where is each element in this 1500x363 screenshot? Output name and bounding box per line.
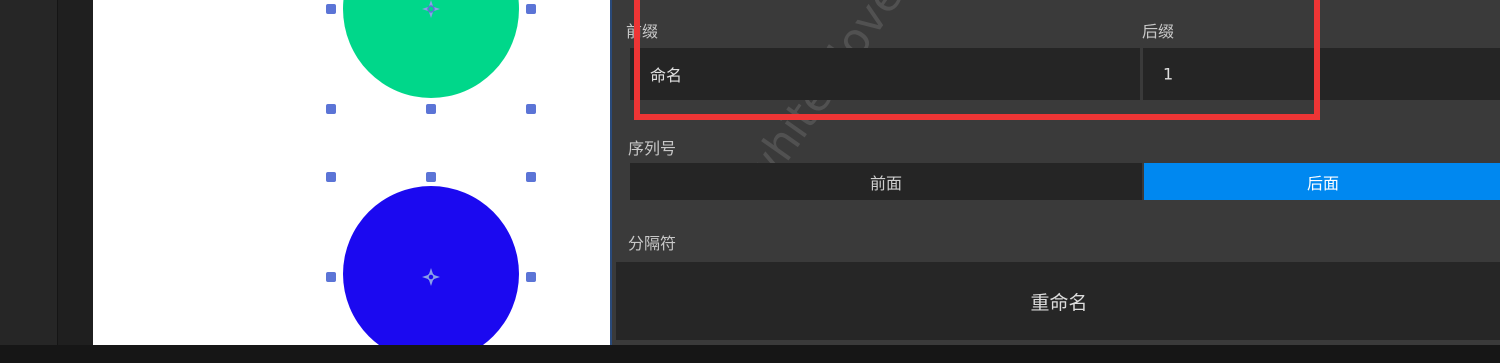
pivot-icon[interactable] (422, 0, 440, 18)
batch-rename-panel: white dove 前缀 后缀 命名 1 序列号 前面 后面 分隔符 重命名 (610, 0, 1500, 345)
resize-handle[interactable] (326, 104, 336, 114)
resize-handle[interactable] (526, 272, 536, 282)
resize-handle[interactable] (326, 4, 336, 14)
ruler-gutter (57, 0, 94, 345)
suffix-input-value: 1 (1163, 64, 1174, 84)
prefix-input[interactable]: 命名 (630, 48, 1140, 100)
resize-handle[interactable] (426, 104, 436, 114)
resize-handle[interactable] (426, 172, 436, 182)
blue-circle-shape[interactable] (343, 186, 519, 345)
prefix-input-value: 命名 (650, 66, 683, 85)
resize-handle[interactable] (526, 172, 536, 182)
design-canvas[interactable] (93, 0, 610, 345)
resize-handle[interactable] (326, 272, 336, 282)
sequence-label: 序列号 (628, 139, 677, 158)
pivot-icon[interactable] (422, 268, 440, 286)
rename-button[interactable]: 重命名 (616, 262, 1500, 340)
suffix-label: 后缀 (1142, 22, 1175, 41)
suffix-input[interactable]: 1 (1142, 48, 1500, 100)
separator-label: 分隔符 (628, 234, 677, 253)
resize-handle[interactable] (526, 4, 536, 14)
left-toolbar-strip (0, 0, 57, 345)
resize-handle[interactable] (326, 172, 336, 182)
sequence-option-front[interactable]: 前面 (630, 163, 1142, 200)
resize-handle[interactable] (526, 104, 536, 114)
sequence-option-back[interactable]: 后面 (1144, 163, 1500, 200)
prefix-label: 前缀 (626, 22, 659, 41)
status-bar (0, 345, 1500, 363)
